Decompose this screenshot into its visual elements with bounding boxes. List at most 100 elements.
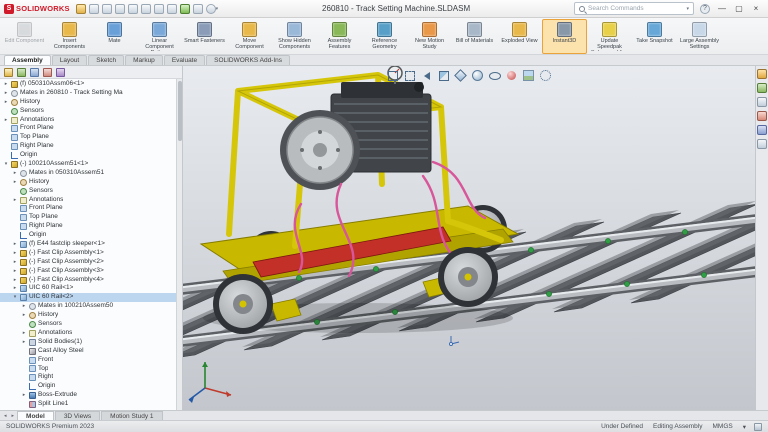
edit-appearance-icon[interactable]	[505, 69, 518, 82]
expand-arrow-icon[interactable]: ▸	[12, 276, 18, 285]
zoom-fit-icon[interactable]	[386, 69, 399, 82]
tree-item[interactable]: ▸ (-) Fast Clip Assembly<3>	[0, 267, 176, 276]
zoom-area-icon[interactable]	[403, 69, 416, 82]
custom-properties-icon[interactable]	[757, 139, 767, 149]
tree-item[interactable]: Split Line1	[0, 400, 176, 409]
document-tab[interactable]: Motion Study 1	[101, 411, 162, 420]
tree-item[interactable]: Top Plane	[0, 213, 176, 222]
ribbon-button[interactable]: New Motion Study	[407, 19, 452, 54]
tab-prev-icon[interactable]: ◂	[2, 413, 9, 419]
ribbon-button[interactable]: Show Hidden Components	[272, 19, 317, 54]
propertymanager-icon[interactable]	[17, 68, 26, 77]
expand-arrow-icon[interactable]: ▸	[21, 311, 27, 320]
ribbon-button[interactable]: Instant3D	[542, 19, 587, 54]
section-view-icon[interactable]	[437, 69, 450, 82]
select-icon[interactable]	[167, 4, 177, 14]
expand-arrow-icon[interactable]: ▸	[21, 391, 27, 400]
ribbon-tab[interactable]: SOLIDWORKS Add-Ins	[206, 55, 290, 65]
tree-item[interactable]: ▸ (-) Fast Clip Assembly<1>	[0, 249, 176, 258]
tree-item[interactable]: ▸ Mates in 100210Assem50	[0, 302, 176, 311]
tree-item[interactable]: Right Plane	[0, 222, 176, 231]
options-icon[interactable]	[206, 4, 216, 14]
tree-item[interactable]: Top	[0, 365, 176, 374]
minimize-button[interactable]: —	[714, 2, 730, 16]
expand-arrow-icon[interactable]: ▸	[12, 169, 18, 178]
home-icon[interactable]	[76, 4, 86, 14]
tree-item[interactable]: ▸ UIC 60 Rail<1>	[0, 284, 176, 293]
tree-item[interactable]: Origin	[0, 151, 176, 160]
ribbon-button[interactable]: Assembly Features	[317, 19, 362, 54]
expand-arrow-icon[interactable]: ▸	[12, 240, 18, 249]
custom-toolbar-icon[interactable]	[754, 423, 762, 431]
maximize-button[interactable]: ▢	[731, 2, 747, 16]
configurations-icon[interactable]	[30, 68, 39, 77]
tree-item[interactable]: Front Plane	[0, 124, 176, 133]
tree-item[interactable]: Origin	[0, 382, 176, 391]
expand-arrow-icon[interactable]: ▸	[3, 80, 9, 89]
tree-item[interactable]: ▸ History	[0, 178, 176, 187]
ribbon-tab[interactable]: Sketch	[88, 55, 124, 65]
ribbon-button[interactable]: Smart Fasteners	[182, 19, 227, 54]
expand-arrow-icon[interactable]: ▸	[3, 89, 9, 98]
tree-scrollbar[interactable]	[176, 79, 182, 410]
status-field[interactable]: ▾	[743, 423, 746, 431]
tree-item[interactable]: ▸ Annotations	[0, 116, 176, 125]
chevron-down-icon[interactable]: ▾	[686, 6, 689, 12]
expand-arrow-icon[interactable]: ▸	[21, 329, 27, 338]
status-field[interactable]: Editing Assembly	[653, 423, 703, 430]
expand-arrow-icon[interactable]: ▸	[3, 116, 9, 125]
tree-item[interactable]: ▸ (-) Fast Clip Assembly<4>	[0, 276, 176, 285]
tree-item[interactable]: Front Plane	[0, 204, 176, 213]
ribbon-button[interactable]: Linear Component Pattern	[137, 19, 182, 54]
print-icon[interactable]	[128, 4, 138, 14]
ribbon-tab[interactable]: Assembly	[4, 55, 51, 65]
undo-icon[interactable]	[141, 4, 151, 14]
expand-arrow-icon[interactable]: ▸	[12, 267, 18, 276]
ribbon-button[interactable]: Update Speedpak Subassemblies	[587, 19, 632, 54]
ribbon-tab[interactable]: Layout	[52, 55, 88, 65]
tree-item[interactable]: ▸ History	[0, 311, 176, 320]
view-palette-icon[interactable]	[757, 111, 767, 121]
tree-item[interactable]: Right	[0, 373, 176, 382]
status-field[interactable]: Under Defined	[601, 423, 643, 430]
tree-item[interactable]: ▾ (-) 100210Assem51<1>	[0, 160, 176, 169]
display-style-icon[interactable]	[471, 69, 484, 82]
view-orientation-icon[interactable]	[454, 69, 467, 82]
apply-scene-icon[interactable]	[522, 69, 535, 82]
ribbon-button[interactable]: Take Snapshot	[632, 19, 677, 54]
ribbon-tab[interactable]: Evaluate	[164, 55, 205, 65]
ribbon-button[interactable]: Insert Components	[47, 19, 92, 54]
featuremanager-icon[interactable]	[4, 68, 13, 77]
graphics-viewport[interactable]	[183, 66, 755, 410]
tree-item[interactable]: Sensors	[0, 187, 176, 196]
ribbon-button[interactable]: Exploded View	[497, 19, 542, 54]
tree-item[interactable]: ▸ (f) 050310Assm06<1>	[0, 80, 176, 89]
3d-model-scene[interactable]	[183, 66, 755, 410]
help-icon[interactable]: ?	[700, 4, 710, 14]
expand-arrow-icon[interactable]: ▸	[21, 338, 27, 347]
expand-arrow-icon[interactable]: ▾	[3, 160, 9, 169]
expand-arrow-icon[interactable]: ▸	[12, 249, 18, 258]
tree-item[interactable]: ▸ History	[0, 98, 176, 107]
document-tab[interactable]: Model	[17, 411, 54, 420]
rebuild-icon[interactable]	[180, 4, 190, 14]
search-commands-input[interactable]: Search Commands ▾	[574, 2, 694, 15]
tab-next-icon[interactable]: ▸	[10, 413, 17, 419]
view-settings-icon[interactable]	[539, 69, 552, 82]
ribbon-button[interactable]: Move Component	[227, 19, 272, 54]
ribbon-button[interactable]: Large Assembly Settings	[677, 19, 722, 54]
tree-item[interactable]: Origin	[0, 231, 176, 240]
tree-item[interactable]: ▸ Solid Bodies(1)	[0, 338, 176, 347]
displaymanager-icon[interactable]	[56, 68, 65, 77]
tree-item[interactable]: ▸ Mates in 050310Assem51	[0, 169, 176, 178]
hide-show-items-icon[interactable]	[488, 69, 501, 82]
expand-arrow-icon[interactable]: ▸	[12, 258, 18, 267]
tree-item[interactable]: Top Plane	[0, 133, 176, 142]
expand-arrow-icon[interactable]: ▸	[12, 196, 18, 205]
tree-item[interactable]: ▸ (f) E44 fastclip sleeper<1>	[0, 240, 176, 249]
new-icon[interactable]	[89, 4, 99, 14]
appearances-icon[interactable]	[757, 125, 767, 135]
resources-icon[interactable]	[757, 69, 767, 79]
tree-item[interactable]: Right Plane	[0, 142, 176, 151]
tree-item[interactable]: ▸ Annotations	[0, 329, 176, 338]
